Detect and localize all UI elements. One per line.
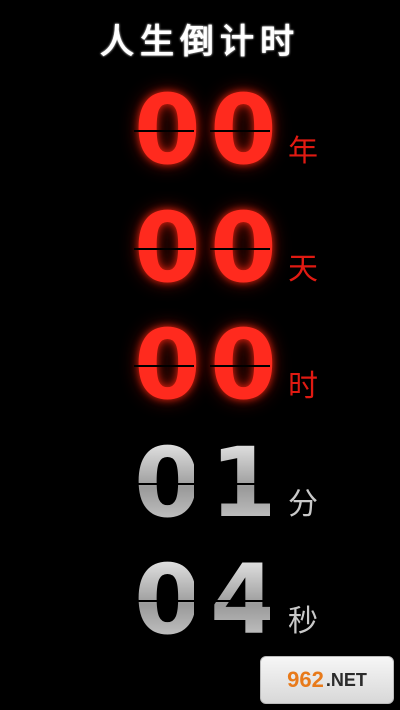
flip-seam [134,248,194,250]
flip-seam [210,365,270,367]
hours-row: 0 0 时 [0,315,400,425]
hours-ones-digit: 0 [210,309,277,421]
minutes-tens-digit: 0 [134,427,201,539]
watermark-brand: 962 [287,667,324,692]
seconds-row: 0 4 秒 [0,550,400,660]
app-title: 人生倒计时 [100,22,300,62]
days-ones-digit: 0 [210,192,277,304]
flip-seam [134,483,194,485]
years-ones-digit: 0 [210,74,277,186]
days-tens-digit: 0 [134,192,201,304]
minutes-unit-label: 分 [288,487,318,522]
watermark-suffix: .NET [325,669,367,690]
seconds-unit-label: 秒 [288,604,318,639]
flip-seam [134,365,194,367]
flip-seam [210,600,270,602]
site-watermark: 962 .NET [260,656,394,704]
seconds-tens-digit: 0 [134,544,201,656]
flip-seam [134,130,194,132]
minutes-row: 0 1 分 [0,433,400,543]
years-row: 0 0 年 [0,80,400,190]
flip-seam [210,248,270,250]
years-unit-label: 年 [288,134,318,169]
flip-seam [210,130,270,132]
hours-unit-label: 时 [288,369,318,404]
flip-seam [134,600,194,602]
minutes-ones-digit: 1 [210,427,277,539]
years-tens-digit: 0 [134,74,201,186]
hours-tens-digit: 0 [134,309,201,421]
days-row: 0 0 天 [0,198,400,308]
days-unit-label: 天 [288,252,318,287]
flip-seam [210,483,270,485]
seconds-ones-digit: 4 [210,544,277,656]
